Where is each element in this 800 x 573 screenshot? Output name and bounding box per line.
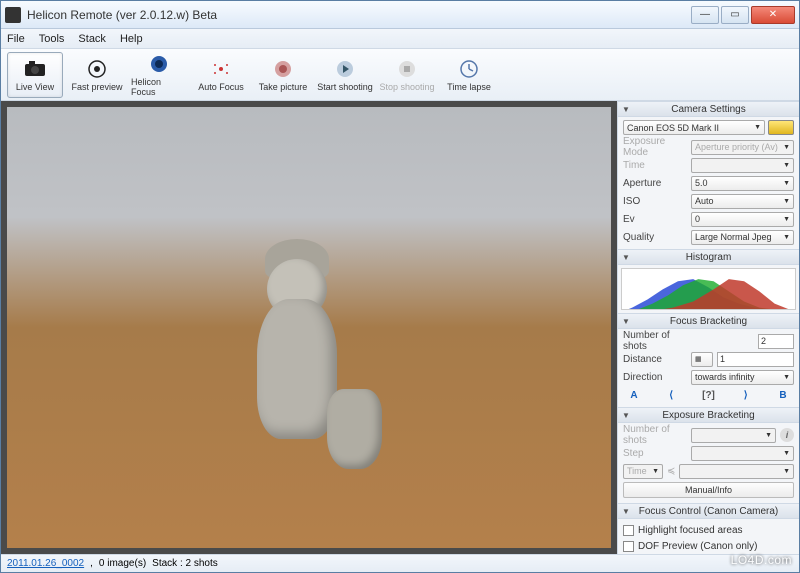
focus-bracketing-header[interactable]: ▼Focus Bracketing [618,313,799,329]
play-icon [334,58,356,80]
auto-focus-button[interactable]: Auto Focus [193,52,249,98]
fb-direction-select[interactable]: towards infinity▼ [691,370,794,385]
camera-settings-header[interactable]: ▼Camera Settings [618,101,799,117]
lens-icon [148,53,170,75]
exposure-mode-select: Aperture priority (Av)▼ [691,140,794,155]
quality-select[interactable]: Large Normal Jpeg▼ [691,230,794,245]
iso-select[interactable]: Auto▼ [691,194,794,209]
iso-label: ISO [623,196,687,207]
point-b-button[interactable]: B [774,388,792,403]
maximize-button[interactable]: ▭ [721,6,749,24]
next-step-button[interactable]: ⟩ [737,388,755,403]
dof-label: DOF Preview (Canon only) [638,541,757,552]
highlight-label: Highlight focused areas [638,525,743,536]
eb-value-select: ▼ [679,464,794,479]
fb-direction-label: Direction [623,372,687,383]
fb-distance-input[interactable]: 1 [717,352,794,367]
statusbar: 2011.01.26_0002, 0 image(s) Stack : 2 sh… [1,554,799,572]
histogram-chart [621,268,796,310]
dof-checkbox[interactable] [623,541,634,552]
start-shooting-button[interactable]: Start shooting [317,52,373,98]
distance-unit-select[interactable]: ▦ [691,352,713,367]
eb-time-select: Time▼ [623,464,663,479]
fb-shots-input[interactable]: 2 [758,334,794,349]
eb-shots-label: Number of shots [623,424,687,446]
window-title: Helicon Remote (ver 2.0.12.w) Beta [27,8,691,22]
exposure-bracketing-header[interactable]: ▼Exposure Bracketing [618,407,799,423]
take-picture-button[interactable]: Take picture [255,52,311,98]
quality-label: Quality [623,232,687,243]
time-lapse-button[interactable]: Time lapse [441,52,497,98]
eb-step-select: ▼ [691,446,794,461]
highlight-checkbox[interactable] [623,525,634,536]
target-icon [86,58,108,80]
fb-distance-label: Distance [623,354,687,365]
camera-select[interactable]: Canon EOS 5D Mark II▼ [623,120,765,135]
helicon-focus-button[interactable]: Helicon Focus [131,52,187,98]
fast-preview-button[interactable]: Fast preview [69,52,125,98]
live-view-button[interactable]: Live View [7,52,63,98]
battery-icon [768,120,794,135]
autofocus-icon [210,58,232,80]
menu-help[interactable]: Help [120,33,143,45]
menu-stack[interactable]: Stack [78,33,106,45]
stack-count: Stack : 2 shots [152,558,218,569]
watermark: LO4D.com [731,553,792,567]
aperture-label: Aperture [623,178,687,189]
preview-pane [1,101,617,554]
side-panel: ▼Camera Settings Canon EOS 5D Mark II▼ E… [617,101,799,554]
exposure-mode-label: Exposure Mode [623,136,687,158]
ev-label: Ev [623,214,687,225]
status-indicator: [?] [700,388,718,403]
menu-tools[interactable]: Tools [39,33,65,45]
histogram-header[interactable]: ▼Histogram [618,249,799,265]
eb-shots-select: ▼ [691,428,776,443]
image-count: 0 image(s) [99,558,146,569]
time-select: ▼ [691,158,794,173]
clock-icon [458,58,480,80]
aperture-select[interactable]: 5.0▼ [691,176,794,191]
shutter-icon [272,58,294,80]
menu-file[interactable]: File [7,33,25,45]
filename-link[interactable]: 2011.01.26_0002 [7,558,84,569]
minimize-button[interactable]: — [691,6,719,24]
titlebar: Helicon Remote (ver 2.0.12.w) Beta — ▭ ✕ [1,1,799,29]
app-icon [5,7,21,23]
stop-shooting-button[interactable]: Stop shooting [379,52,435,98]
ev-select[interactable]: 0▼ [691,212,794,227]
live-view-image[interactable] [7,107,611,548]
figurine-subject [237,239,387,479]
fb-shots-label: Number of shots [623,330,687,352]
manual-info-button[interactable]: Manual/Info [623,482,794,498]
menubar: File Tools Stack Help [1,29,799,49]
camera-icon [24,58,46,80]
stop-icon [396,58,418,80]
close-button[interactable]: ✕ [751,6,795,24]
info-icon[interactable]: i [780,428,794,442]
toolbar: Live View Fast preview Helicon Focus Aut… [1,49,799,101]
time-label: Time [623,160,687,171]
prev-step-button[interactable]: ⟨ [662,388,680,403]
focus-control-header[interactable]: ▼Focus Control (Canon Camera) [618,503,799,519]
eb-step-label: Step [623,448,687,459]
point-a-button[interactable]: A [625,388,643,403]
